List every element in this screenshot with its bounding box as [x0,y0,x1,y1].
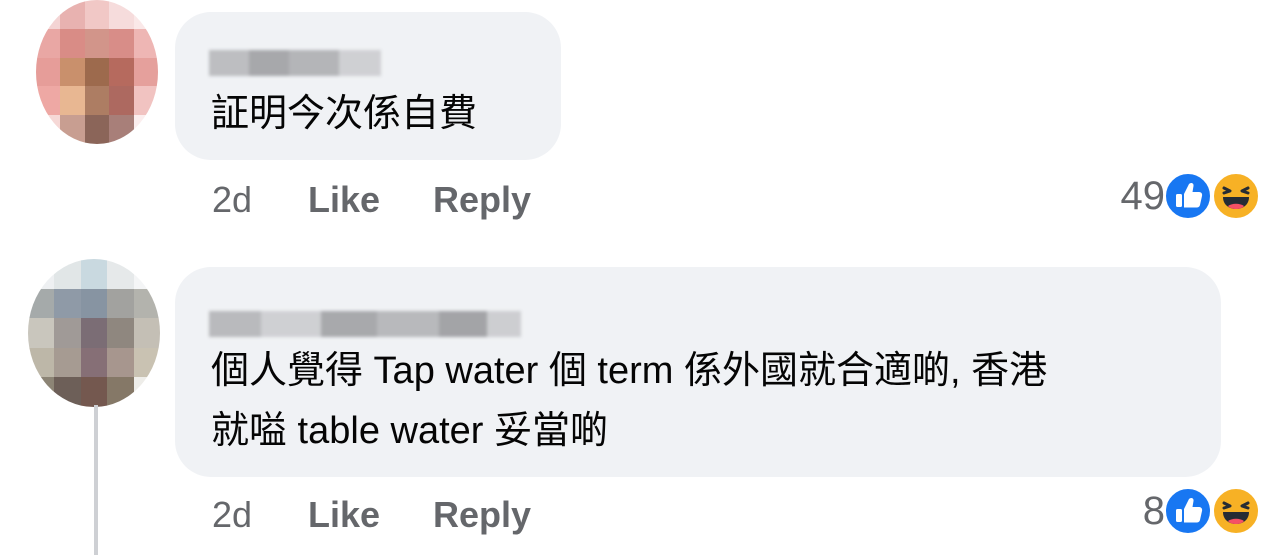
reply-thread-line [94,405,98,555]
comment-bubble: 個人覺得 Tap water 個 term 係外國就合適啲, 香港 就嗌 tab… [175,267,1221,477]
like-icon [1164,487,1212,535]
comment-2: 個人覺得 Tap water 個 term 係外國就合適啲, 香港 就嗌 tab… [0,255,1284,555]
author-name-blurred[interactable] [209,50,381,76]
reaction-count: 8 [1142,489,1165,533]
comment-text: 個人覺得 Tap water 個 term 係外國就合適啲, 香港 就嗌 tab… [211,350,1048,452]
reaction-summary[interactable]: 49 [1080,170,1265,222]
comment-actions: 2d Like Reply [212,178,612,222]
avatar[interactable] [28,259,160,407]
avatar[interactable] [36,0,158,144]
haha-icon [1212,172,1260,220]
author-name-blurred[interactable] [209,311,521,337]
comment-text: 証明今次係自費 [211,93,478,135]
haha-icon [1212,487,1260,535]
comment-1: 証明今次係自費 2d Like Reply 49 [0,0,1284,250]
like-button[interactable]: Like [308,178,380,222]
comment-actions: 2d Like Reply [212,493,612,537]
reaction-summary[interactable]: 8 [1080,485,1265,537]
comment-bubble: 証明今次係自費 [175,12,561,160]
like-icon [1164,172,1212,220]
reply-button[interactable]: Reply [433,493,531,537]
comment-timestamp[interactable]: 2d [212,493,252,537]
reply-button[interactable]: Reply [433,178,531,222]
like-button[interactable]: Like [308,493,380,537]
reaction-count: 49 [1120,174,1166,218]
comment-timestamp[interactable]: 2d [212,178,252,222]
